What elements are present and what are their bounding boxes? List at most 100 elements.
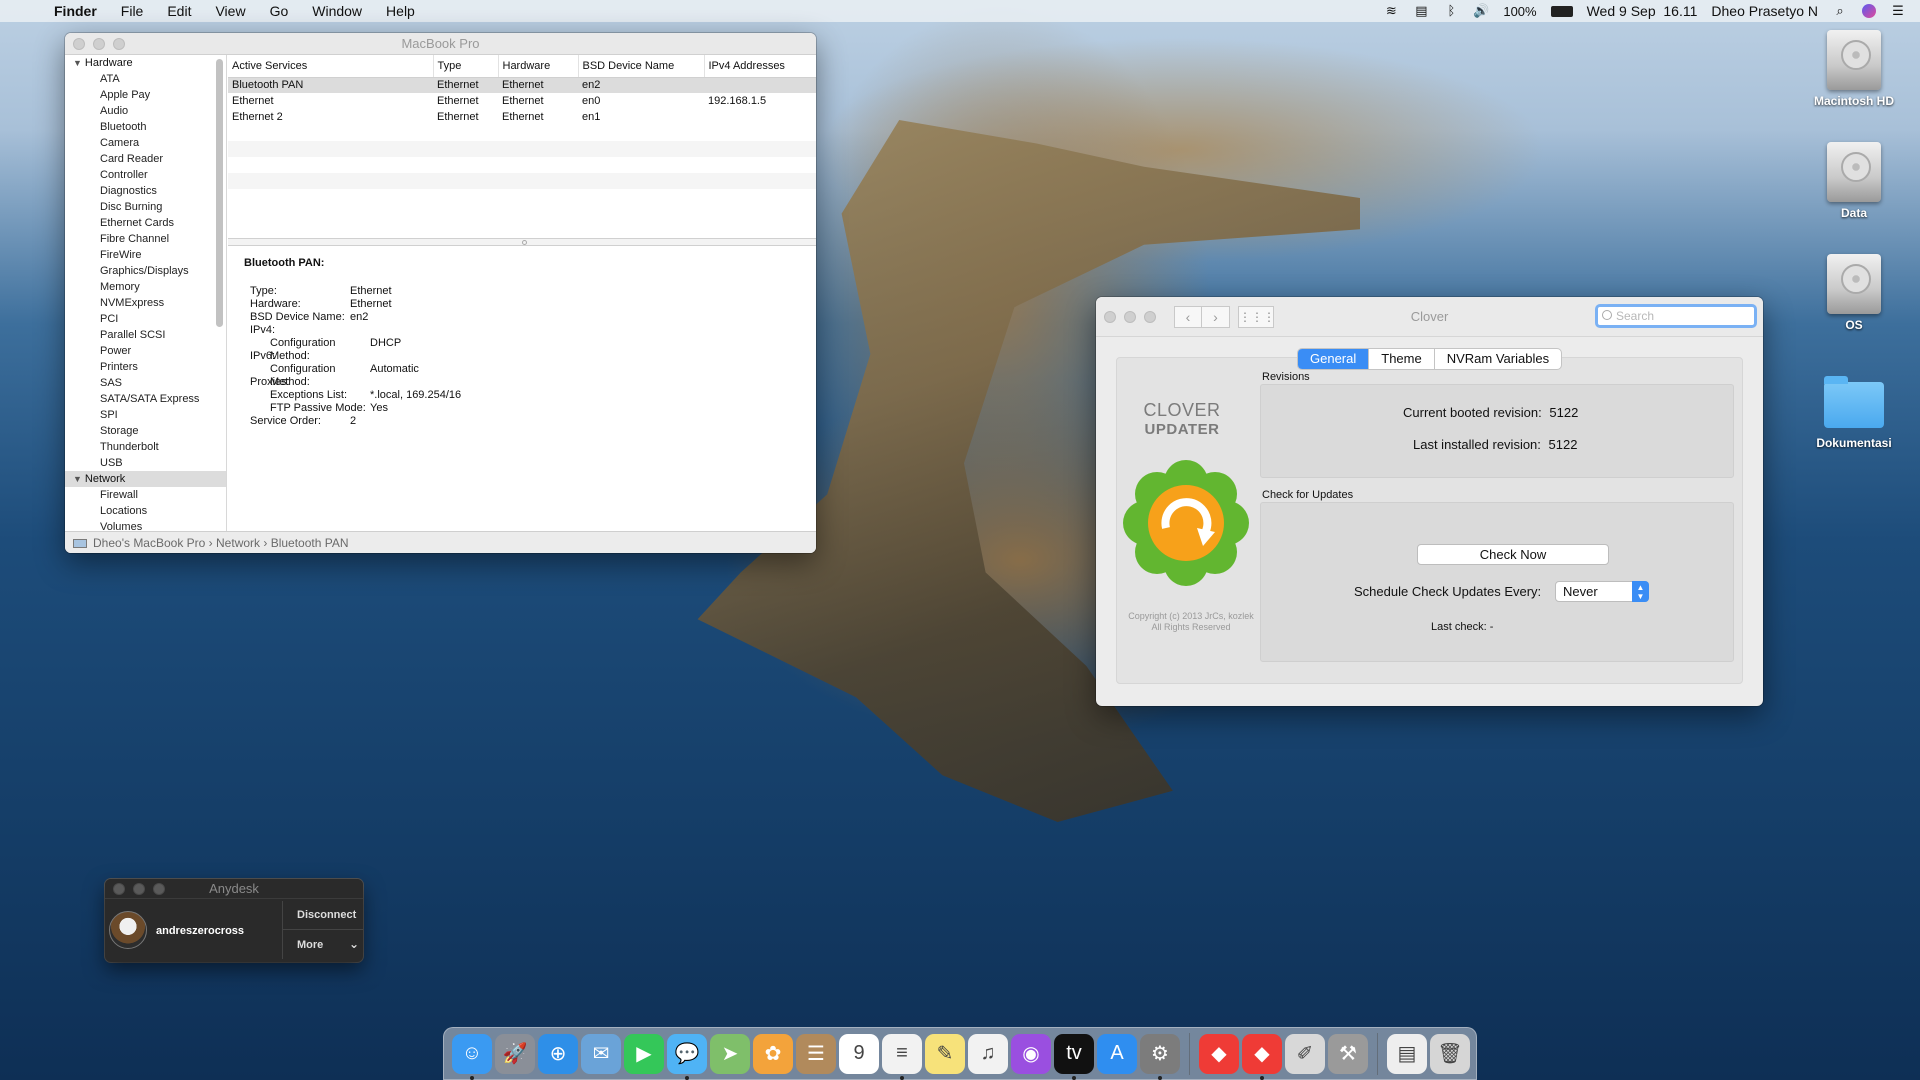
sidebar-item-parallel-scsi[interactable]: Parallel SCSI	[65, 327, 226, 343]
sidebar-group-network[interactable]: ▼ Network	[65, 471, 226, 487]
automator-icon[interactable]: ⚒	[1328, 1033, 1368, 1074]
more-button[interactable]: More ⌄	[283, 937, 363, 951]
search-input[interactable]: Search	[1595, 304, 1757, 328]
wifi-icon[interactable]: ≋	[1383, 4, 1399, 18]
minimize-button[interactable]	[133, 883, 145, 895]
sidebar-item-apple-pay[interactable]: Apple Pay	[65, 87, 226, 103]
sidebar-item-ata[interactable]: ATA	[65, 71, 226, 87]
spotlight-search-icon[interactable]: ⌕	[1832, 4, 1848, 18]
maps-icon[interactable]: ➤	[710, 1033, 750, 1074]
anydesk-alt-icon[interactable]: ◆	[1242, 1033, 1282, 1080]
desktop-icon-data[interactable]: Data	[1799, 142, 1909, 220]
anydesk-icon[interactable]: ◆	[1199, 1033, 1239, 1074]
tab-theme[interactable]: Theme	[1368, 349, 1433, 369]
music-icon[interactable]: ♫	[968, 1033, 1008, 1074]
notification-center-icon[interactable]: ☰	[1890, 4, 1906, 18]
sidebar-item-nvmexpress[interactable]: NVMExpress	[65, 295, 226, 311]
clover-toolbar[interactable]: ‹ › ⋮⋮⋮ Clover Search	[1096, 297, 1763, 337]
tab-nvram-variables[interactable]: NVRam Variables	[1433, 349, 1561, 369]
sidebar-item-sata-sata-express[interactable]: SATA/SATA Express	[65, 391, 226, 407]
sidebar-item-audio[interactable]: Audio	[65, 103, 226, 119]
sidebar-item-firewire[interactable]: FireWire	[65, 247, 226, 263]
tab-general[interactable]: General	[1298, 349, 1369, 369]
table-row[interactable]: Ethernet 2 Ethernet Ethernet en1	[228, 109, 816, 125]
disclosure-triangle-icon[interactable]: ▼	[73, 474, 82, 484]
column-header-bsd-device-name[interactable]: BSD Device Name	[577, 55, 704, 78]
table-row[interactable]: Ethernet Ethernet Ethernet en0 192.168.1.5	[228, 93, 816, 109]
active-services-table[interactable]: Active Services Type Hardware BSD Device…	[228, 55, 816, 189]
sidebar-item-firewall[interactable]: Firewall	[65, 487, 226, 503]
sidebar-item-controller[interactable]: Controller	[65, 167, 226, 183]
check-now-button[interactable]: Check Now	[1417, 544, 1609, 565]
path-item[interactable]: Bluetooth PAN	[271, 536, 349, 550]
siri-icon[interactable]	[1862, 4, 1876, 18]
popup-arrows-icon[interactable]: ▲ ▼	[1632, 581, 1649, 602]
menu-go[interactable]: Go	[270, 3, 289, 19]
sidebar-item-ethernet-cards[interactable]: Ethernet Cards	[65, 215, 226, 231]
sysinfo-titlebar[interactable]: MacBook Pro	[65, 33, 816, 55]
messages-icon[interactable]: 💬	[667, 1033, 707, 1080]
sidebar-item-memory[interactable]: Memory	[65, 279, 226, 295]
sidebar-item-storage[interactable]: Storage	[65, 423, 226, 439]
table-row[interactable]: Bluetooth PAN Ethernet Ethernet en2	[228, 77, 816, 93]
sidebar-item-printers[interactable]: Printers	[65, 359, 226, 375]
script-editor-icon[interactable]: ✐	[1285, 1033, 1325, 1074]
volume-icon[interactable]: 🔊	[1473, 4, 1489, 18]
sidebar-item-sas[interactable]: SAS	[65, 375, 226, 391]
reminders-icon[interactable]: ≡	[882, 1033, 922, 1080]
zoom-button[interactable]	[153, 883, 165, 895]
path-item[interactable]: Network	[216, 536, 260, 550]
menu-file[interactable]: File	[121, 3, 144, 19]
sidebar-item-thunderbolt[interactable]: Thunderbolt	[65, 439, 226, 455]
sidebar-group-hardware[interactable]: ▼ Hardware	[65, 55, 226, 71]
launchpad-icon[interactable]: 🚀	[495, 1033, 535, 1074]
column-header-hardware[interactable]: Hardware	[497, 55, 578, 78]
finder-icon[interactable]: ☺	[452, 1033, 492, 1080]
path-item[interactable]: Dheo's MacBook Pro	[93, 536, 205, 550]
desktop-icon-dokumentasi[interactable]: Dokumentasi	[1799, 372, 1909, 450]
sidebar-item-camera[interactable]: Camera	[65, 135, 226, 151]
safari-icon[interactable]: ⊕	[538, 1033, 578, 1074]
sidebar-item-power[interactable]: Power	[65, 343, 226, 359]
column-header-active-services[interactable]: Active Services	[228, 55, 433, 78]
app-store-icon[interactable]: A	[1097, 1033, 1137, 1074]
podcasts-icon[interactable]: ◉	[1011, 1033, 1051, 1074]
column-header-type[interactable]: Type	[432, 55, 498, 78]
sidebar-item-disc-burning[interactable]: Disc Burning	[65, 199, 226, 215]
sidebar-item-usb[interactable]: USB	[65, 455, 226, 471]
desktop-icon-macintosh-hd[interactable]: Macintosh HD	[1799, 30, 1909, 108]
schedule-select[interactable]: Never ▲ ▼	[1555, 581, 1649, 602]
menu-edit[interactable]: Edit	[167, 3, 191, 19]
menu-view[interactable]: View	[215, 3, 245, 19]
documents-stack-icon[interactable]: ▤	[1387, 1033, 1427, 1074]
menu-clock[interactable]: Wed 9 Sep 16.11	[1587, 3, 1698, 19]
desktop-icon-os[interactable]: OS	[1799, 254, 1909, 332]
column-header-ipv4-addresses[interactable]: IPv4 Addresses	[703, 55, 816, 78]
sidebar-item-locations[interactable]: Locations	[65, 503, 226, 519]
menu-window[interactable]: Window	[312, 3, 362, 19]
sidebar-item-bluetooth[interactable]: Bluetooth	[65, 119, 226, 135]
close-button[interactable]	[113, 883, 125, 895]
disconnect-button[interactable]: Disconnect	[283, 909, 363, 921]
facetime-icon[interactable]: ▶	[624, 1033, 664, 1074]
menu-user[interactable]: Dheo Prasetyo N	[1711, 3, 1818, 19]
activity-monitor-icon[interactable]: ▤	[1413, 4, 1429, 18]
close-button[interactable]	[73, 38, 85, 50]
calendar-icon[interactable]: 9	[839, 1033, 879, 1074]
bluetooth-icon[interactable]: ᛒ	[1443, 4, 1459, 18]
menu-app-name[interactable]: Finder	[54, 3, 97, 19]
sidebar-item-diagnostics[interactable]: Diagnostics	[65, 183, 226, 199]
mail-icon[interactable]: ✉	[581, 1033, 621, 1074]
sidebar-item-pci[interactable]: PCI	[65, 311, 226, 327]
battery-icon[interactable]	[1550, 5, 1573, 17]
system-preferences-icon[interactable]: ⚙	[1140, 1033, 1180, 1080]
sidebar-item-volumes[interactable]: Volumes	[65, 519, 226, 531]
trash-icon[interactable]: 🗑	[1430, 1033, 1470, 1074]
photos-icon[interactable]: ✿	[753, 1033, 793, 1074]
divider-handle-icon[interactable]	[522, 240, 527, 245]
contacts-icon[interactable]: ☰	[796, 1033, 836, 1074]
sidebar-item-graphics-displays[interactable]: Graphics/Displays	[65, 263, 226, 279]
sysinfo-sidebar[interactable]: ▼ Hardware ATA Apple Pay Audio Bluetooth Came…	[65, 55, 227, 531]
zoom-button[interactable]	[113, 38, 125, 50]
disclosure-triangle-icon[interactable]: ▼	[73, 58, 82, 68]
